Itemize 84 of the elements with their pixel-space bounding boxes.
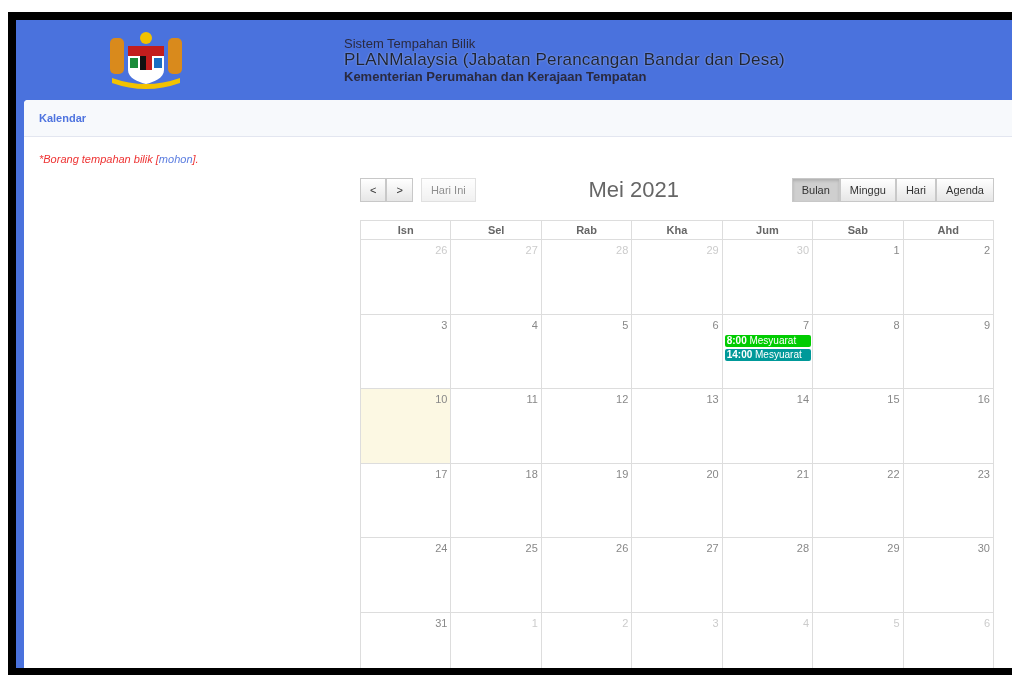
day-cell[interactable]: 22 [812, 463, 904, 538]
day-number: 20 [705, 466, 720, 482]
next-button[interactable]: > [386, 177, 413, 202]
day-number: 21 [795, 466, 811, 482]
previous-button[interactable]: < [360, 177, 387, 202]
day-number: 10 [434, 392, 449, 408]
day-cell[interactable]: 16 [903, 388, 994, 464]
day-number: 30 [976, 541, 991, 557]
weekday-header: Kha [631, 220, 723, 240]
calendar-event[interactable]: 8:00 Mesyuarat [724, 335, 812, 348]
day-number: 29 [886, 541, 901, 557]
day-number: 5 [621, 317, 630, 333]
card-title: Kalendar [39, 110, 87, 126]
view-tab[interactable]: Bulan [791, 177, 840, 202]
calendar-event[interactable]: 14:00 Mesyuarat [724, 349, 812, 362]
day-number: 15 [886, 392, 901, 408]
day-cell[interactable]: 13 [631, 388, 723, 464]
day-cell[interactable]: 29 [812, 537, 904, 613]
day-cell[interactable]: 24 [360, 537, 451, 613]
day-cell[interactable]: 2 [903, 239, 994, 315]
day-number: 28 [795, 541, 811, 557]
weekday-header: Sab [812, 220, 904, 240]
day-cell[interactable]: 1 [812, 239, 904, 315]
day-cell[interactable]: 9 [903, 314, 994, 389]
view-tab[interactable]: Minggu [839, 177, 896, 202]
weekday-header: Ahd [903, 220, 994, 240]
day-number: 4 [530, 317, 539, 333]
day-number: 25 [524, 541, 539, 557]
day-number: 7 [802, 317, 811, 333]
day-cell[interactable]: 23 [903, 463, 994, 538]
day-cell[interactable]: 15 [812, 388, 904, 464]
day-number: 13 [705, 392, 720, 408]
today-cell[interactable]: 10 [360, 388, 451, 464]
view-tab[interactable]: Agenda [936, 177, 994, 202]
day-cell[interactable]: 6 [631, 314, 723, 389]
day-number: 14 [795, 392, 811, 408]
day-number: 24 [434, 541, 449, 557]
weekday-header: Jum [722, 220, 813, 240]
day-number: 16 [976, 392, 991, 408]
day-number: 3 [440, 317, 449, 333]
day-number: 6 [711, 317, 720, 333]
agency-name: PLANMalaysia (Jabatan Perancangan Bandar dan Desa) [344, 51, 785, 69]
day-cell[interactable]: 19 [541, 463, 632, 538]
day-cell[interactable]: 8 [812, 314, 904, 389]
day-cell[interactable]: 5 [541, 314, 632, 389]
day-number: 1 [892, 243, 901, 258]
day-cell[interactable]: 7 8:00 Mesyuarat 14:00 Mesyuarat [722, 314, 813, 389]
day-number: 26 [615, 541, 630, 557]
day-number: 22 [886, 466, 901, 482]
day-number: 12 [615, 392, 630, 408]
day-cell[interactable]: 17 [360, 463, 451, 538]
day-number: 2 [982, 243, 991, 258]
day-number: 8 [892, 317, 901, 333]
day-number: 23 [976, 466, 991, 482]
day-number: 17 [434, 466, 449, 482]
day-number: 31 [434, 615, 449, 631]
day-number: 19 [615, 466, 630, 482]
day-cell[interactable]: 4 [450, 314, 542, 389]
system-title: Sistem Tempahan Bilik [344, 36, 477, 51]
day-cell[interactable]: 21 [722, 463, 813, 538]
day-number: 18 [524, 466, 539, 482]
day-cell[interactable]: 3 [360, 314, 451, 389]
day-cell[interactable]: 12 [541, 388, 632, 464]
day-cell[interactable]: 11 [450, 388, 542, 464]
day-cell[interactable]: 28 [722, 537, 813, 613]
day-cell[interactable]: 30 [903, 537, 994, 613]
mohon-link[interactable]: mohon [158, 153, 193, 165]
day-cell[interactable]: 27 [631, 537, 723, 613]
day-number: 11 [525, 392, 539, 408]
weekday-header: Isn [360, 220, 451, 240]
calendar-title: Mei 2021 [588, 177, 679, 202]
day-cell[interactable]: 18 [450, 463, 542, 538]
weekday-header: Sel [450, 220, 542, 240]
day-number: 9 [982, 317, 991, 333]
day-cell[interactable]: 20 [631, 463, 723, 538]
weekday-header: Rab [541, 220, 632, 240]
day-cell[interactable]: 26 [541, 537, 632, 613]
booking-note: *Borang tempahan bilik [mohon]. [38, 152, 200, 167]
day-cell[interactable]: 25 [450, 537, 542, 613]
day-number: 27 [705, 541, 720, 557]
view-tab[interactable]: Hari [895, 177, 937, 202]
ministry-name: Kementerian Perumahan dan Kerajaan Tempatan [344, 69, 648, 84]
day-cell[interactable]: 31 [360, 612, 451, 668]
day-cell[interactable]: 14 [722, 388, 813, 464]
